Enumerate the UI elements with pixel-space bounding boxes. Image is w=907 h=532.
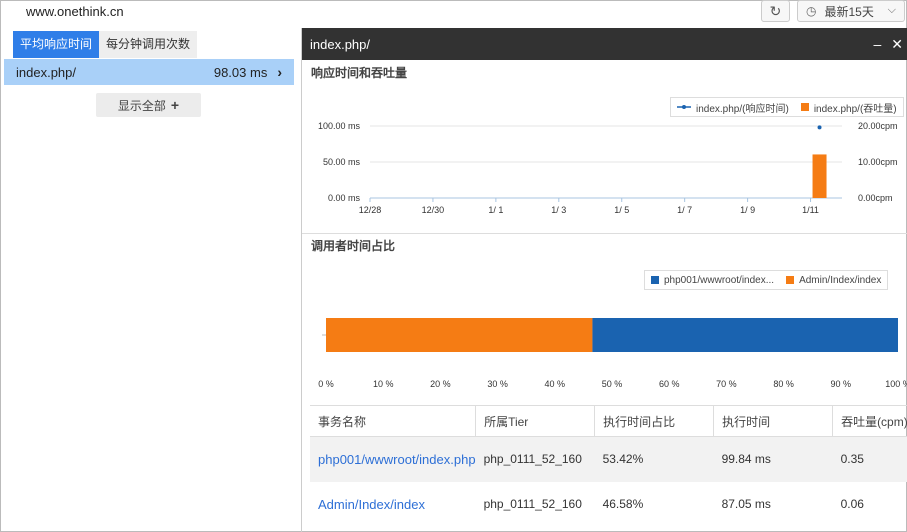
show-all-label: 显示全部: [117, 98, 166, 113]
table-cell: 99.84 ms: [713, 436, 833, 482]
transaction-table: 事务名称 所属Tier 执行时间占比 执行时间 吞吐量(cpm) php001/…: [310, 405, 907, 527]
show-all-button[interactable]: 显示全部 +: [96, 93, 201, 117]
chart1-title: 响应时间和吞吐量: [311, 66, 408, 80]
legend-swatch: [651, 276, 659, 284]
x-tick-label: 20 %: [430, 379, 451, 389]
table-cell: 46.58%: [602, 497, 644, 511]
chart2-svg: 0 % 10 % 20 % 30 % 40 % 50 % 60 % 70 % 80 % 90 % 1…: [318, 318, 907, 389]
table-header-row: 事务名称 所属Tier 执行时间占比 执行时间 吞吐量(cpm): [310, 405, 907, 437]
legend-swatch: [786, 276, 795, 284]
detail-panel: index.php/ – ✕ 响应时间和吞吐量 index.php/(响应时间)…: [301, 28, 907, 532]
x-tick-label: 1/ 1: [488, 205, 503, 215]
time-range-dropdown[interactable]: ◷ 最新15天 ⌵: [797, 0, 905, 22]
legend-item-throughput[interactable]: index.php/(吞吐量): [800, 100, 897, 115]
chart2-legend: php001/wwwroot/index... Admin/Index/inde…: [644, 270, 889, 290]
chart1-legend: index.php/(响应时间) index.php/(吞吐量): [670, 97, 904, 117]
table-cell: php_0111_52_160: [475, 436, 595, 482]
x-tick-label: 50 %: [602, 379, 623, 389]
table-cell: php_0111_52_160: [483, 497, 582, 511]
tab-avg-response-time[interactable]: 平均响应时间: [13, 31, 100, 58]
transaction-link[interactable]: Admin/Index/index: [310, 482, 476, 527]
legend-item-response-time[interactable]: index.php/(响应时间): [677, 100, 789, 115]
chevron-down-icon: ⌵: [887, 4, 896, 16]
table-cell: 53.42%: [594, 436, 714, 482]
refresh-button[interactable]: ↻: [761, 0, 790, 22]
legend-swatch: [800, 103, 809, 111]
x-tick-label: 1/ 7: [677, 205, 692, 215]
chevron-right-icon: ›: [277, 64, 282, 80]
close-icon[interactable]: ✕: [891, 36, 903, 53]
refresh-icon: ↻: [769, 2, 782, 19]
metric-tabs: 平均响应时间 每分钟调用次数: [13, 31, 198, 58]
x-tick-label: 12/30: [422, 205, 445, 215]
col-header[interactable]: 执行时间: [713, 405, 833, 437]
panel-header: index.php/ – ✕: [302, 28, 907, 60]
legend-label: index.php/(响应时间): [696, 103, 789, 115]
x-tick-label: 1/ 5: [614, 205, 629, 215]
x-tick-label: 10 %: [373, 379, 394, 389]
table-cell: 0.06: [840, 497, 864, 511]
legend-label: Admin/Index/index: [799, 274, 882, 286]
legend-item-php001[interactable]: php001/wwwroot/index...: [651, 275, 774, 286]
x-tick-label: 1/ 3: [551, 205, 566, 215]
list-item-value: 98.03 ms: [213, 64, 268, 80]
chart2-title: 调用者时间占比: [311, 239, 396, 253]
tab-calls-per-minute[interactable]: 每分钟调用次数: [99, 31, 198, 58]
y-right-tick-label: 10.00cpm: [858, 157, 898, 167]
x-tick-label: 60 %: [659, 379, 680, 389]
x-tick-label: 40 %: [545, 379, 566, 389]
minimize-icon[interactable]: –: [873, 36, 881, 53]
y-right-tick-label: 0.00cpm: [858, 193, 893, 203]
throughput-bar: [812, 154, 827, 198]
x-tick-label: 0 %: [318, 379, 334, 389]
plus-icon: +: [170, 97, 180, 113]
x-tick-label: 90 %: [831, 379, 852, 389]
x-tick-label: 30 %: [487, 379, 508, 389]
x-tick-label: 1/11: [802, 205, 819, 215]
y-left-tick-label: 100.00 ms: [318, 121, 361, 131]
col-header[interactable]: 所属Tier: [475, 405, 595, 437]
transaction-link[interactable]: php001/wwwroot/index.php: [310, 436, 476, 482]
x-tick-label: 70 %: [716, 379, 737, 389]
table-row: php001/wwwroot/index.php php_0111_52_160…: [310, 436, 907, 482]
divider: [302, 233, 907, 234]
x-tick-label: 12/28: [359, 205, 382, 215]
y-left-tick-label: 50.00 ms: [323, 157, 361, 167]
col-header[interactable]: 吞吐量(cpm): [832, 405, 907, 437]
table-cell: 0.35: [832, 436, 907, 482]
clock-icon: ◷: [806, 4, 817, 18]
list-item[interactable]: index.php/ 98.03 ms ›: [4, 59, 294, 85]
time-range-label: 最新15天: [824, 4, 874, 19]
col-header[interactable]: 执行时间占比: [594, 405, 714, 437]
chart1-svg: 100.00 ms 50.00 ms 0.00 ms 20.00cpm 10.00cpm…: [318, 121, 898, 215]
site-title: www.onethink.cn: [26, 4, 124, 19]
x-tick-label: 80 %: [773, 379, 794, 389]
legend-label: php001/wwwroot/index...: [664, 274, 775, 286]
col-header[interactable]: 事务名称: [310, 405, 476, 437]
response-time-point: [817, 125, 822, 130]
legend-label: index.php/(吞吐量): [813, 103, 897, 115]
y-left-tick-label: 0.00 ms: [328, 193, 361, 203]
legend-line-marker: [677, 105, 691, 109]
y-right-tick-label: 20.00cpm: [858, 121, 898, 131]
legend-item-admin[interactable]: Admin/Index/index: [786, 275, 881, 286]
panel-title: index.php/: [310, 36, 370, 52]
list-item-name: index.php/: [16, 64, 76, 80]
table-row: Admin/Index/index php_0111_52_160 46.58%…: [310, 482, 907, 527]
table-cell: 87.05 ms: [721, 497, 771, 511]
x-tick-label: 100 %: [885, 379, 907, 389]
x-tick-label: 1/ 9: [740, 205, 755, 215]
stacked-bar-segment: [592, 318, 898, 352]
stacked-bar-segment: [326, 318, 593, 352]
